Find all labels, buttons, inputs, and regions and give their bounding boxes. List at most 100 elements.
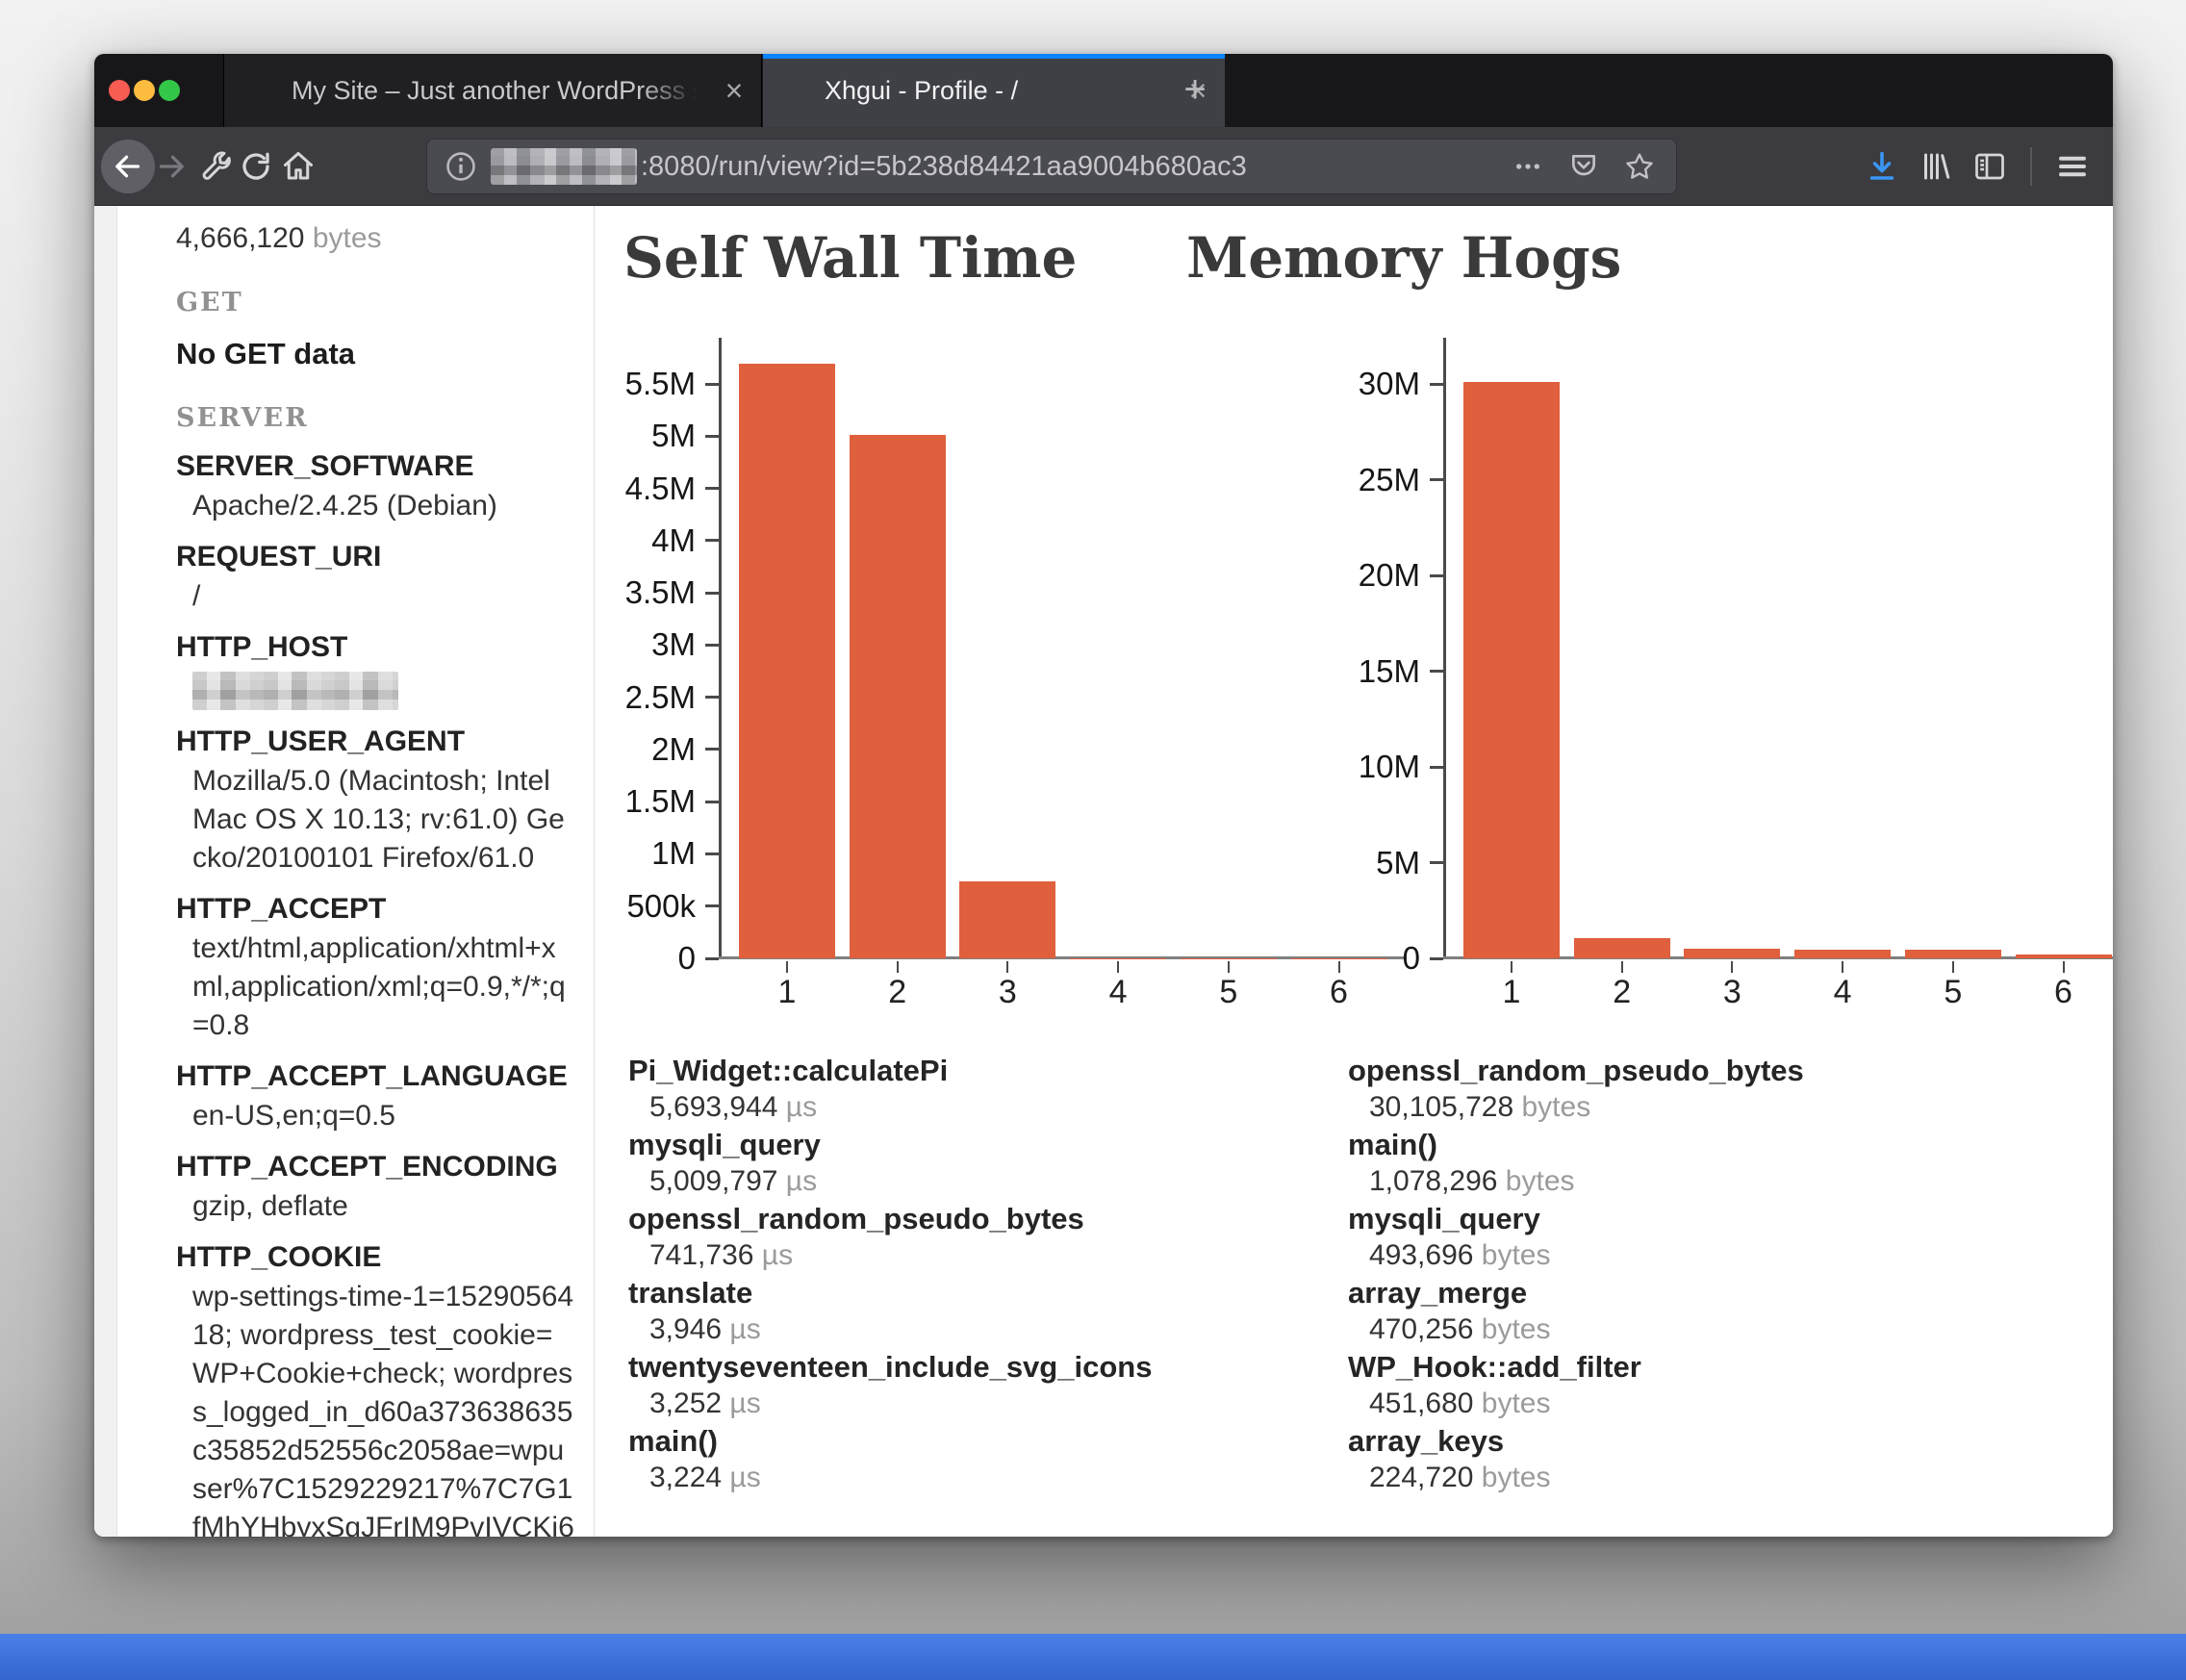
y-tick-label: 500k — [522, 889, 696, 924]
y-tick-label: 0 — [522, 941, 696, 976]
x-tick-mark — [786, 961, 788, 973]
y-tick-label: 5M — [1247, 846, 1420, 880]
y-tick-label: 10M — [1247, 750, 1420, 784]
function-name: array_merge — [1348, 1273, 2098, 1312]
server-var-name: SERVER_SOFTWARE — [176, 446, 576, 487]
value-number: 3,224 — [649, 1462, 722, 1493]
function-name: translate — [628, 1273, 1340, 1312]
value-unit: µs — [777, 1091, 817, 1123]
tab-xhgui-profile[interactable]: Xhgui - Profile - / × — [763, 54, 1225, 127]
downloads-button[interactable] — [1855, 140, 1909, 193]
bar — [959, 881, 1055, 959]
x-tick-mark — [1006, 961, 1008, 973]
get-section-heading: GET — [176, 287, 576, 319]
server-var-name: HTTP_ACCEPT — [176, 889, 576, 929]
function-name: openssl_random_pseudo_bytes — [1348, 1051, 2098, 1090]
value-unit: bytes — [1473, 1239, 1550, 1271]
memory-number: 4,666,120 — [176, 222, 304, 254]
sidebar-toggle-button[interactable] — [1963, 140, 2017, 193]
server-var-name: HTTP_COOKIE — [176, 1237, 576, 1278]
close-window-button[interactable] — [109, 80, 130, 101]
zoom-window-button[interactable] — [159, 80, 180, 101]
function-name: WP_Hook::add_filter — [1348, 1347, 2098, 1387]
reload-icon — [239, 149, 273, 184]
bar — [1684, 949, 1780, 958]
function-name: main() — [1348, 1125, 2098, 1164]
value-number: 493,696 — [1369, 1239, 1473, 1271]
library-button[interactable] — [1909, 140, 1963, 193]
y-tick-label: 4.5M — [522, 471, 696, 506]
tab-title: Xhgui - Profile - / — [763, 76, 1171, 106]
redacted-host — [491, 148, 637, 185]
function-list-item: openssl_random_pseudo_bytes30,105,728 by… — [1348, 1051, 2098, 1125]
function-name: mysqli_query — [1348, 1199, 2098, 1238]
x-tick-label: 2 — [859, 974, 936, 1011]
library-icon — [1919, 149, 1953, 184]
bar — [1794, 950, 1891, 958]
y-tick-label: 3M — [522, 627, 696, 662]
function-name: twentyseventeen_include_svg_icons — [628, 1347, 1340, 1387]
menu-button[interactable] — [2046, 140, 2099, 193]
server-section-heading: SERVER — [176, 402, 576, 435]
function-value: 5,009,797 µs — [649, 1164, 1340, 1199]
new-tab-button[interactable]: + — [1170, 67, 1220, 114]
y-tick-label: 30M — [1247, 367, 1420, 401]
site-info-icon[interactable] — [445, 150, 477, 183]
close-tab-icon[interactable]: × — [707, 73, 761, 109]
home-button[interactable] — [271, 140, 325, 193]
server-variables-list: SERVER_SOFTWAREApache/2.4.25 (Debian)REQ… — [176, 446, 576, 1537]
y-tick-mark — [705, 644, 719, 647]
function-value: 5,693,944 µs — [649, 1090, 1340, 1125]
page-actions-icon[interactable] — [1512, 151, 1543, 182]
y-tick-label: 20M — [1247, 558, 1420, 593]
y-tick-label: 15M — [1247, 654, 1420, 689]
y-tick-label: 0 — [1247, 941, 1420, 976]
tab-wordpress-site[interactable]: My Site – Just another WordPress si × — [223, 54, 762, 127]
function-name: Pi_Widget::calculatePi — [628, 1051, 1340, 1090]
y-tick-label: 2M — [522, 732, 696, 767]
value-number: 1,078,296 — [1369, 1165, 1497, 1197]
x-tick-mark — [1228, 961, 1230, 973]
active-tab-indicator — [763, 54, 1225, 59]
x-tick-label: 3 — [969, 974, 1046, 1011]
function-value: 3,224 µs — [649, 1461, 1340, 1495]
value-unit: µs — [722, 1313, 761, 1345]
function-list-item: main()1,078,296 bytes — [1348, 1125, 2098, 1199]
back-arrow-icon — [111, 149, 145, 184]
function-name: array_keys — [1348, 1421, 2098, 1461]
function-list-item: WP_Hook::add_filter451,680 bytes — [1348, 1347, 2098, 1421]
url-text[interactable]: :8080/run/view?id=5b238d84421aa9004b680a… — [641, 151, 1512, 183]
bar — [1463, 382, 1560, 958]
function-list-item: array_keys224,720 bytes — [1348, 1421, 2098, 1495]
x-tick-label: 2 — [1584, 974, 1661, 1011]
x-tick-label: 5 — [1190, 974, 1267, 1011]
x-tick-label: 3 — [1693, 974, 1770, 1011]
function-value: 224,720 bytes — [1369, 1461, 2098, 1495]
navigation-toolbar: :8080/run/view?id=5b238d84421aa9004b680a… — [94, 127, 2113, 206]
y-tick-mark — [1430, 478, 1443, 481]
function-list-item: array_merge470,256 bytes — [1348, 1273, 2098, 1347]
function-value: 470,256 bytes — [1369, 1312, 2098, 1347]
server-var-value: gzip, deflate — [192, 1187, 576, 1226]
x-tick-label: 6 — [2025, 974, 2102, 1011]
memory-usage-value: 4,666,120 bytes — [176, 219, 576, 258]
charts-panel: Self Wall Time Memory Hogs 0500k1M1.5M2M… — [594, 206, 2113, 1537]
y-tick-mark — [705, 853, 719, 855]
memory-hogs-list: openssl_random_pseudo_bytes30,105,728 by… — [1348, 1051, 2098, 1495]
forward-arrow-icon — [154, 149, 189, 184]
x-tick-label: 4 — [1804, 974, 1881, 1011]
value-unit: bytes — [1513, 1091, 1590, 1123]
value-number: 741,736 — [649, 1239, 753, 1271]
url-bar[interactable]: :8080/run/view?id=5b238d84421aa9004b680a… — [426, 139, 1677, 194]
value-number: 224,720 — [1369, 1462, 1473, 1493]
x-tick-label: 1 — [1473, 974, 1550, 1011]
minimize-window-button[interactable] — [134, 80, 155, 101]
function-value: 451,680 bytes — [1369, 1387, 2098, 1421]
x-tick-mark — [2063, 961, 2065, 973]
pocket-icon[interactable] — [1568, 151, 1599, 182]
bookmark-star-icon[interactable] — [1624, 151, 1655, 182]
y-tick-mark — [705, 696, 719, 699]
value-unit: bytes — [1473, 1387, 1550, 1419]
request-details-sidebar: 4,666,120 bytes GET No GET data SERVER S… — [94, 206, 594, 1537]
y-tick-mark — [705, 801, 719, 803]
